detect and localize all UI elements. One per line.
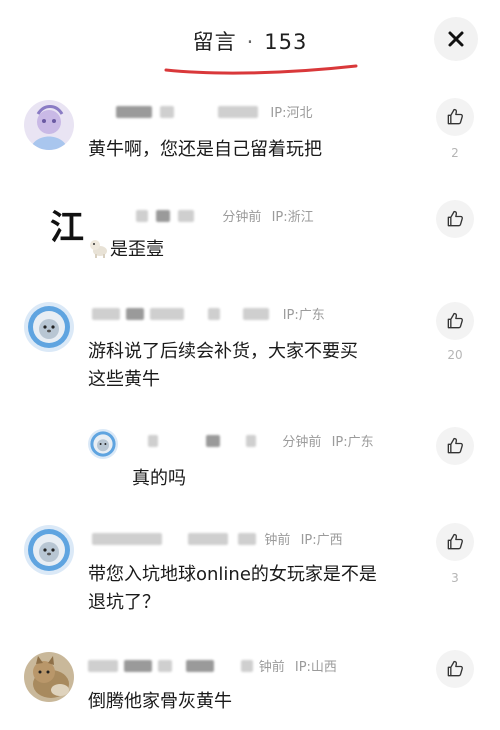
ip-location: IP:广西	[300, 533, 343, 548]
comment-item: IP:河北 黄牛啊，您还是自己留着玩把 2	[0, 98, 500, 178]
avatar-calligraphy: 江	[50, 208, 84, 248]
comment-text: 带您入坑地球online的女玩家是不是 退坑了？	[88, 561, 377, 617]
like-button[interactable]	[436, 650, 474, 688]
title-underline	[164, 64, 358, 75]
comment-time: 钟前	[264, 533, 291, 548]
ip-location: IP:浙江	[271, 210, 314, 225]
comment-meta: 分钟前 IP:广东	[148, 431, 374, 451]
username-redacted	[208, 307, 221, 320]
thumbs-up-icon	[447, 660, 463, 677]
like-count: 2	[451, 146, 459, 160]
avatar[interactable]	[88, 429, 118, 459]
comment-text-line: 游科说了后续会补货，大家不要买	[88, 341, 358, 362]
username-redacted	[92, 532, 162, 545]
comment-item: 钟前 IP:广西 带您入坑地球online的女玩家是不是 退坑了？ 3	[0, 523, 500, 623]
comment-meta: 钟前 IP:山西	[88, 656, 337, 676]
comment-text-line: 这些黄牛	[88, 369, 160, 390]
username-redacted	[156, 209, 171, 222]
username-redacted	[178, 209, 195, 222]
comment-text: 真的吗	[132, 468, 186, 489]
comments-header: 留言 · 153	[0, 0, 500, 86]
username-redacted	[124, 659, 153, 672]
avatar[interactable]	[24, 302, 74, 352]
username-redacted	[218, 105, 259, 118]
username-redacted	[92, 307, 120, 320]
title-label: 留言	[192, 30, 237, 54]
username-redacted	[116, 105, 152, 118]
comment-text-line: 带您入坑地球online的女玩家是不是	[88, 564, 377, 585]
thumbs-up-icon	[447, 437, 463, 454]
username-redacted	[158, 659, 173, 672]
comment-text-line: 退坑了？	[88, 592, 160, 613]
comment-meta: IP:河北	[116, 102, 312, 122]
username-redacted	[186, 659, 215, 672]
comment-text: 是歪壹	[88, 236, 164, 264]
like-button[interactable]	[436, 523, 474, 561]
thumbs-up-icon	[447, 533, 463, 550]
close-icon	[448, 31, 464, 47]
avatar[interactable]	[24, 525, 74, 575]
comment-time: 分钟前	[222, 210, 262, 225]
comment-text-body: 是歪壹	[110, 239, 164, 260]
thumbs-up-icon	[447, 210, 463, 227]
comment-text: 黄牛啊，您还是自己留着玩把	[88, 139, 322, 160]
ip-location: IP:山西	[294, 660, 337, 675]
comment-meta: IP:广东	[92, 304, 325, 324]
comments-title: 留言 · 153	[0, 26, 500, 56]
like-count: 3	[451, 571, 459, 585]
dog-emoji-icon	[88, 237, 110, 259]
avatar[interactable]	[24, 100, 74, 150]
username-redacted	[160, 105, 175, 118]
comment-meta: 钟前 IP:广西	[92, 529, 343, 549]
ip-location: IP:广东	[282, 308, 325, 323]
username-redacted	[148, 434, 158, 447]
like-button[interactable]	[436, 200, 474, 238]
username-redacted	[246, 434, 257, 447]
comment-count: 153	[264, 30, 308, 54]
thumbs-up-icon	[447, 312, 463, 329]
username-redacted	[136, 209, 148, 222]
comment-item: 江 分钟前 IP:浙江 是歪壹	[0, 200, 500, 270]
avatar[interactable]: 江	[24, 200, 84, 250]
comment-meta: 分钟前 IP:浙江	[136, 206, 314, 226]
username-redacted	[150, 307, 185, 320]
avatar[interactable]	[24, 652, 74, 702]
reply-item: 分钟前 IP:广东 真的吗	[0, 425, 500, 505]
ip-location: IP:河北	[270, 106, 313, 121]
like-button[interactable]	[436, 302, 474, 340]
username-redacted	[188, 532, 229, 545]
username-redacted	[240, 659, 253, 672]
username-redacted	[88, 659, 118, 672]
username-redacted	[238, 532, 257, 545]
comment-text: 倒腾他家骨灰黄牛	[88, 691, 232, 712]
comment-time: 分钟前	[282, 435, 322, 450]
like-button[interactable]	[436, 98, 474, 136]
like-count: 20	[447, 348, 463, 362]
like-button[interactable]	[436, 427, 474, 465]
comment-item: IP:广东 游科说了后续会补货，大家不要买 这些黄牛 20	[0, 300, 500, 400]
username-redacted	[126, 307, 145, 320]
close-button[interactable]	[434, 17, 478, 61]
comment-item: 钟前 IP:山西 倒腾他家骨灰黄牛	[0, 650, 500, 730]
comment-time: 钟前	[258, 660, 285, 675]
ip-location: IP:广东	[331, 435, 374, 450]
username-redacted	[242, 307, 269, 320]
username-redacted	[206, 434, 221, 447]
title-separator: ·	[246, 30, 255, 54]
comment-text: 游科说了后续会补货，大家不要买 这些黄牛	[88, 338, 358, 394]
thumbs-up-icon	[447, 108, 463, 125]
